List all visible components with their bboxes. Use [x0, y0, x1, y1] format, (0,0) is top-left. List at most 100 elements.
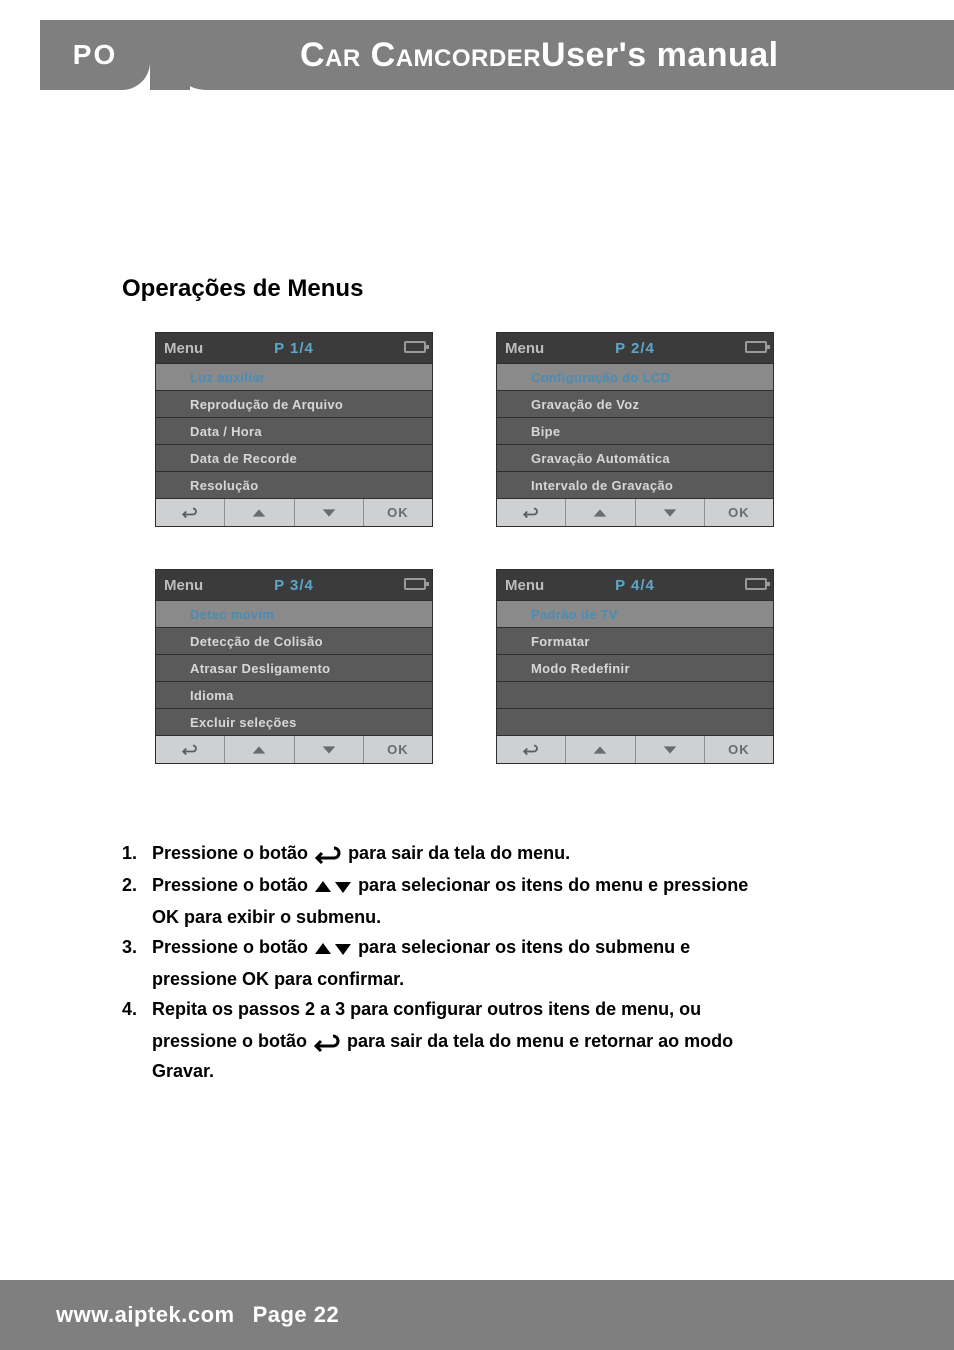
menu-footer: OK: [497, 735, 773, 763]
menu-row[interactable]: Gravação de Voz: [497, 390, 773, 417]
down-icon[interactable]: [636, 499, 705, 526]
down-icon[interactable]: [295, 736, 364, 763]
menu-row[interactable]: Configuração do LCD: [497, 363, 773, 390]
title-strong: Car Camcorder: [300, 36, 541, 75]
menu-footer: OK: [497, 498, 773, 526]
header-bar: PO Car Camcorder User's manual: [0, 20, 954, 90]
menu-row[interactable]: Padrão de TV: [497, 600, 773, 627]
menu-row[interactable]: Atrasar Desligamento: [156, 654, 432, 681]
menu-screen-4: Menu P 4/4 Padrão de TV Formatar Modo Re…: [496, 569, 774, 764]
menu-header: Menu P 2/4: [497, 333, 773, 363]
down-icon[interactable]: [295, 499, 364, 526]
instruction-step-4: 4. Repita os passos 2 a 3 para configura…: [122, 996, 874, 1024]
title-rest: User's manual: [541, 36, 779, 75]
menu-label: Menu: [164, 577, 203, 594]
menu-rows: Detec movim Detecção de Colisão Atrasar …: [156, 600, 432, 735]
instruction-step-4-cont: pressione o botão para sair da tela do m…: [152, 1028, 874, 1056]
menu-row[interactable]: Bipe: [497, 417, 773, 444]
menu-label: Menu: [505, 340, 544, 357]
menu-rows: Luz auxiliar Reprodução de Arquivo Data …: [156, 363, 432, 498]
menu-row[interactable]: Reprodução de Arquivo: [156, 390, 432, 417]
ok-button[interactable]: OK: [705, 736, 773, 763]
up-down-icon: [313, 935, 353, 963]
menu-screen-2: Menu P 2/4 Configuração do LCD Gravação …: [496, 332, 774, 527]
instr-text: Gravar.: [152, 1061, 214, 1081]
menu-label: Menu: [164, 340, 203, 357]
back-icon[interactable]: [497, 499, 566, 526]
instr-text: para selecionar os itens do menu e press…: [358, 875, 748, 895]
battery-icon: [745, 341, 767, 353]
menu-page-indicator: P 3/4: [274, 577, 314, 594]
menu-footer: OK: [156, 498, 432, 526]
menu-row[interactable]: Resolução: [156, 471, 432, 498]
page-title: Car Camcorder User's manual: [170, 20, 954, 90]
ok-button[interactable]: OK: [705, 499, 773, 526]
instr-text: para exibir o submenu.: [184, 907, 381, 927]
menu-row[interactable]: Data de Recorde: [156, 444, 432, 471]
ok-button[interactable]: OK: [364, 499, 432, 526]
up-icon[interactable]: [225, 499, 294, 526]
menu-page-indicator: P 2/4: [615, 340, 655, 357]
menu-page-indicator: P 4/4: [615, 577, 655, 594]
instr-text: Pressione o botão: [152, 937, 313, 957]
menu-row[interactable]: Data / Hora: [156, 417, 432, 444]
ok-glyph: OK: [242, 969, 269, 989]
menu-row: [497, 681, 773, 708]
menu-rows: Configuração do LCD Gravação de Voz Bipe…: [497, 363, 773, 498]
menu-row[interactable]: Gravação Automática: [497, 444, 773, 471]
menu-row[interactable]: Intervalo de Gravação: [497, 471, 773, 498]
up-icon[interactable]: [225, 736, 294, 763]
instr-text: Pressione o botão: [152, 843, 313, 863]
ok-glyph: OK: [152, 907, 179, 927]
page-footer: www.aiptek.com Page 22: [0, 1280, 954, 1350]
menu-header: Menu P 4/4: [497, 570, 773, 600]
instr-text: para selecionar os itens do submenu e: [358, 937, 690, 957]
instruction-step-1: 1. Pressione o botão para sair da tela d…: [122, 840, 874, 868]
menu-screen-3: Menu P 3/4 Detec movim Detecção de Colis…: [155, 569, 433, 764]
menu-screens-grid: Menu P 1/4 Luz auxiliar Reprodução de Ar…: [155, 332, 795, 764]
menu-row: [497, 708, 773, 735]
instr-text: para sair da tela do menu.: [348, 843, 570, 863]
battery-icon: [404, 341, 426, 353]
menu-footer: OK: [156, 735, 432, 763]
menu-page-indicator: P 1/4: [274, 340, 314, 357]
menu-rows: Padrão de TV Formatar Modo Redefinir: [497, 600, 773, 735]
language-badge: PO: [40, 20, 150, 90]
instr-text: pressione o botão: [152, 1031, 312, 1051]
instr-text: Pressione o botão: [152, 875, 313, 895]
battery-icon: [745, 578, 767, 590]
ok-button[interactable]: OK: [364, 736, 432, 763]
footer-website: www.aiptek.com: [56, 1302, 235, 1328]
header-notch: [150, 20, 190, 90]
menu-screen-1: Menu P 1/4 Luz auxiliar Reprodução de Ar…: [155, 332, 433, 527]
menu-row[interactable]: Idioma: [156, 681, 432, 708]
back-icon[interactable]: [497, 736, 566, 763]
return-icon: [312, 1029, 342, 1057]
return-icon: [313, 840, 343, 868]
menu-label: Menu: [505, 577, 544, 594]
instr-text: para sair da tela do menu e retornar ao …: [347, 1031, 733, 1051]
up-down-icon: [313, 872, 353, 900]
battery-icon: [404, 578, 426, 590]
menu-row[interactable]: Modo Redefinir: [497, 654, 773, 681]
instructions-list: 1. Pressione o botão para sair da tela d…: [122, 840, 874, 1088]
instr-text: para confirmar.: [274, 969, 404, 989]
instruction-step-3: 3. Pressione o botão para selecionar os …: [122, 934, 874, 962]
menu-row[interactable]: Detec movim: [156, 600, 432, 627]
up-icon[interactable]: [566, 499, 635, 526]
down-icon[interactable]: [636, 736, 705, 763]
menu-header: Menu P 3/4: [156, 570, 432, 600]
instr-text: pressione: [152, 969, 242, 989]
instruction-step-3-cont: pressione OK para confirmar.: [152, 966, 874, 994]
menu-row[interactable]: Luz auxiliar: [156, 363, 432, 390]
back-icon[interactable]: [156, 499, 225, 526]
menu-row[interactable]: Excluir seleções: [156, 708, 432, 735]
menu-row[interactable]: Formatar: [497, 627, 773, 654]
section-heading: Operações de Menus: [122, 275, 363, 303]
instruction-step-2-cont: OK para exibir o submenu.: [152, 904, 874, 932]
instruction-step-2: 2. Pressione o botão para selecionar os …: [122, 872, 874, 900]
footer-page-number: Page 22: [253, 1302, 340, 1328]
back-icon[interactable]: [156, 736, 225, 763]
menu-row[interactable]: Detecção de Colisão: [156, 627, 432, 654]
up-icon[interactable]: [566, 736, 635, 763]
